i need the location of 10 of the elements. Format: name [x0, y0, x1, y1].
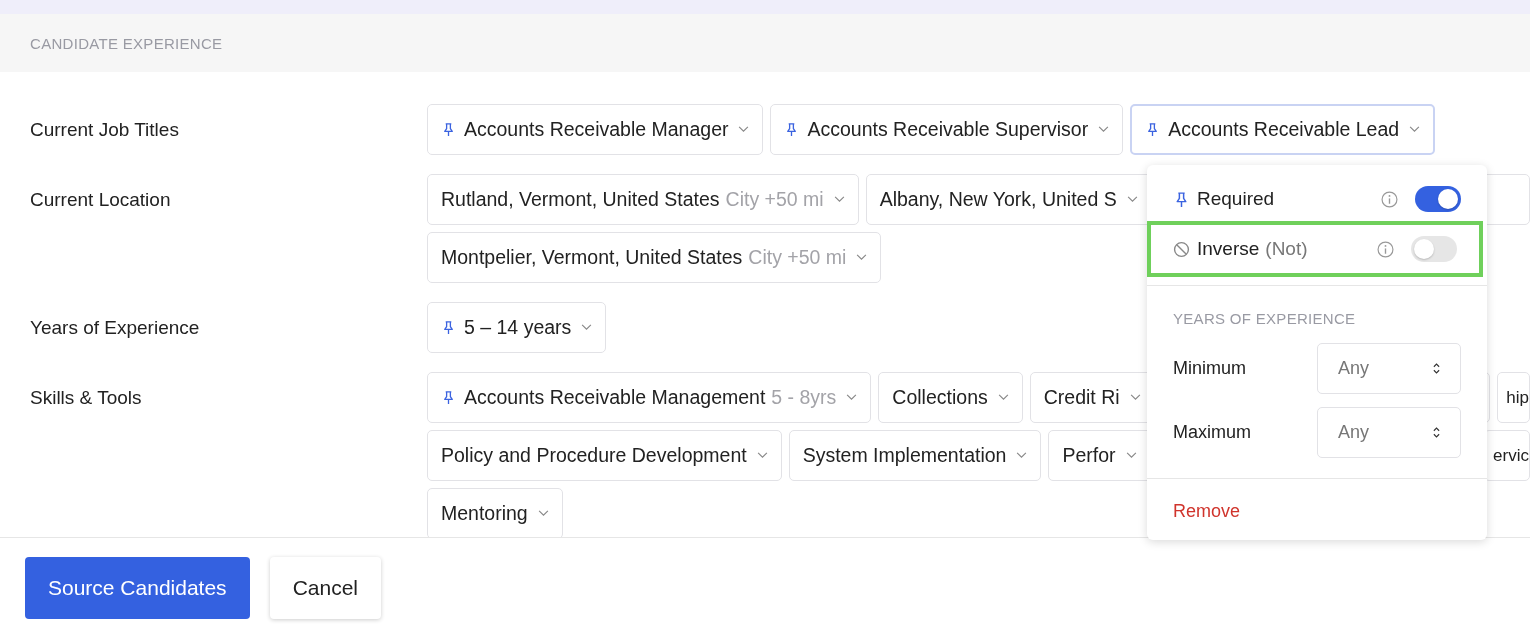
field-label: Current Location — [29, 188, 172, 212]
option-label: Required — [1197, 188, 1276, 210]
field-label: Current Job Titles — [29, 118, 180, 142]
section-title: CANDIDATE EXPERIENCE — [30, 34, 223, 52]
option-label: Inverse (Not) — [1197, 238, 1309, 260]
section-heading: YEARS OF EXPERIENCE — [1173, 310, 1357, 327]
field-label: Years of Experience — [29, 316, 201, 340]
select-label: Minimum — [1173, 358, 1246, 379]
field-label: Skills & Tools — [29, 386, 143, 410]
select-label: Maximum — [1173, 422, 1251, 443]
